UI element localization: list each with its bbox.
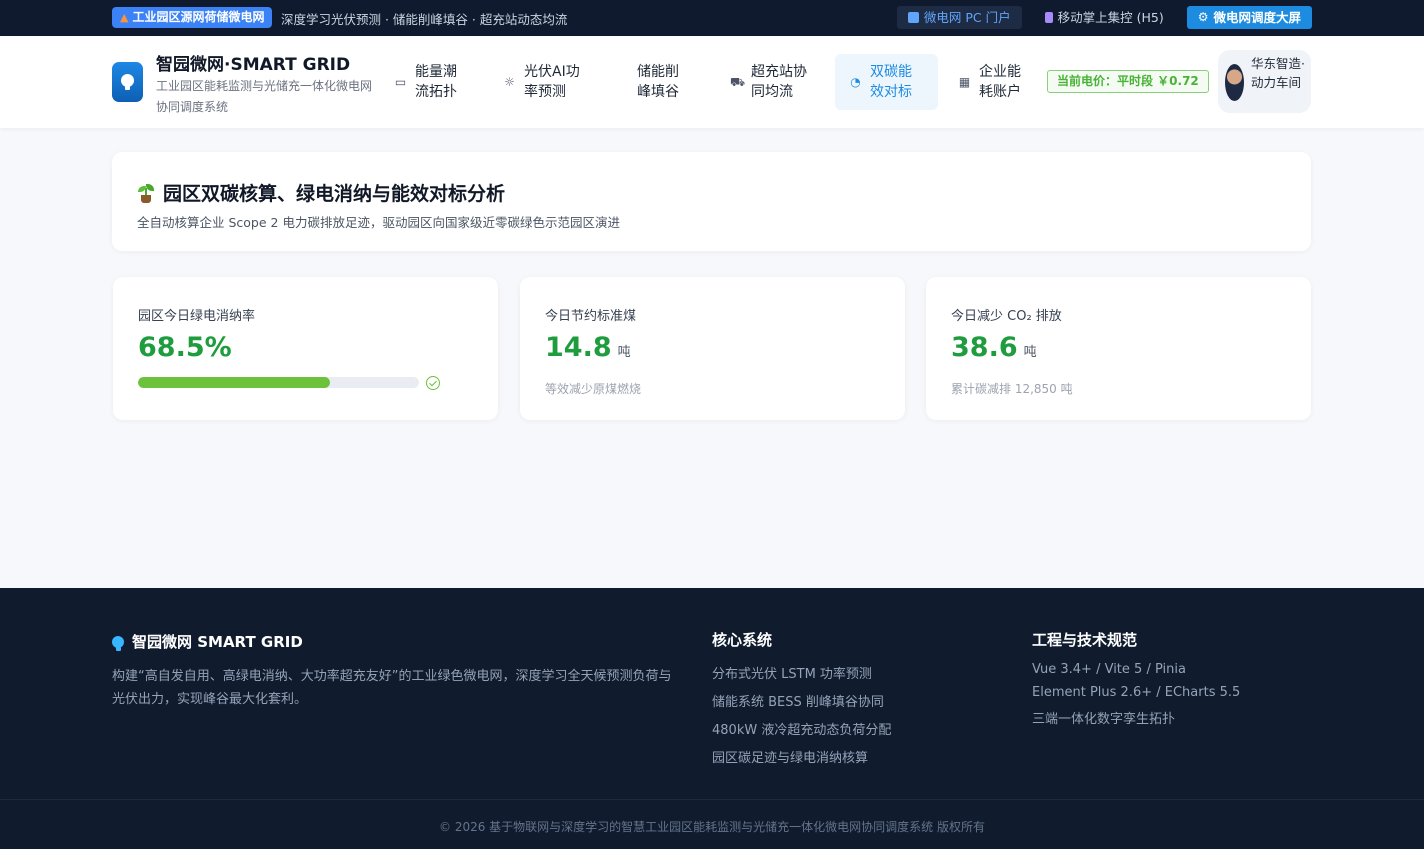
- footer-tech-list: Vue 3.4+ / Vite 5 / Pinia Element Plus 2…: [1032, 662, 1240, 727]
- brand-subtitle: 工业园区能耗监测与光储充一体化微电网协同调度系统: [156, 79, 373, 114]
- nav-label: 超充站协同均流: [751, 64, 807, 100]
- dispatch-screen-label: 微电网调度大屏: [1213, 10, 1301, 25]
- coal-saving-card: 今日节约标准煤 14.8 吨 等效减少原煤燃烧: [520, 277, 905, 420]
- mobile-h5-label: 移动掌上集控 (H5): [1057, 10, 1164, 25]
- logo[interactable]: [112, 62, 143, 102]
- nav-pv-forecast[interactable]: ☼ 光伏AI功率预测: [503, 54, 584, 110]
- nav-label: 企业能耗账户: [979, 64, 1021, 100]
- nav-carbon-efficiency[interactable]: ◔ 双碳能效对标: [835, 54, 938, 110]
- page-title-text: 园区双碳核算、绿电消纳与能效对标分析: [163, 183, 506, 205]
- page-header-card: 园区双碳核算、绿电消纳与能效对标分析 全自动核算企业 Scope 2 电力碳排放…: [112, 152, 1311, 251]
- building-icon: ▦: [958, 74, 971, 89]
- green-power-label: 园区今日绿电消纳率: [138, 309, 256, 324]
- dispatch-screen-button[interactable]: ⚙ 微电网调度大屏: [1186, 6, 1312, 29]
- coal-saving-note: 等效减少原煤燃烧: [545, 382, 642, 396]
- pie-chart-icon: ◔: [850, 74, 861, 89]
- green-power-value: 68.5%: [138, 332, 232, 363]
- footer-core-title: 核心系统: [712, 631, 773, 649]
- desktop-icon: [907, 12, 919, 23]
- pc-portal-label: 微电网 PC 门户: [923, 10, 1011, 25]
- top-badge-label: 工业园区源网荷储微电网: [132, 10, 265, 24]
- nav-storage-peak[interactable]: 储能削峰填谷: [637, 54, 683, 110]
- coal-saving-unit: 吨: [617, 345, 631, 360]
- lightbulb-icon: [121, 74, 134, 90]
- coal-saving-value: 14.8: [545, 332, 612, 363]
- page-title: 园区双碳核算、绿电消纳与能效对标分析: [137, 179, 505, 206]
- sun-icon: ☼: [504, 74, 515, 89]
- co2-reduction-card: 今日减少 CO₂ 排放 38.6 吨 累计碳减排 12,850 吨: [926, 277, 1311, 420]
- top-badge: ▲ 工业园区源网荷储微电网: [112, 7, 273, 28]
- footer-link[interactable]: 480kW 液冷超充动态负荷分配: [712, 719, 891, 738]
- co2-reduction-value-wrap: 38.6 吨: [951, 332, 1037, 363]
- user-menu[interactable]: 华东智造·动力车间: [1218, 50, 1311, 113]
- nav-enterprise-account[interactable]: ▦ 企业能耗账户: [958, 54, 1025, 110]
- gear-icon: ⚙: [1197, 10, 1209, 24]
- footer-description: 构建“高自发自用、高绿电消纳、大功率超充友好”的工业绿色微电网，深度学习全天候预…: [112, 669, 672, 707]
- top-links: 微电网 PC 门户 移动掌上集控 (H5) ⚙ 微电网调度大屏: [896, 6, 1312, 29]
- footer-tech-item: Vue 3.4+ / Vite 5 / Pinia: [1032, 662, 1186, 677]
- user-name: 华东智造·动力车间: [1251, 56, 1305, 90]
- nav-label: 能量潮流拓扑: [415, 64, 457, 100]
- mobile-h5-link[interactable]: 移动掌上集控 (H5): [1034, 6, 1175, 29]
- footer-tech-title: 工程与技术规范: [1032, 631, 1138, 649]
- monitor-icon: ▭: [394, 74, 407, 89]
- nav-label: 双碳能效对标: [870, 64, 912, 100]
- top-tagline: 深度学习光伏预测 · 储能削峰填谷 · 超充站动态均流: [281, 12, 568, 27]
- footer-core-list: 分布式光伏 LSTM 功率预测 储能系统 BESS 削峰填谷协同 480kW 液…: [712, 663, 891, 766]
- nav-charging-station[interactable]: ⛟ 超充站协同均流: [730, 54, 811, 110]
- electricity-price-badge: 当前电价：平时段 ￥0.72: [1047, 70, 1209, 93]
- lightbulb-icon: [112, 635, 124, 651]
- fire-icon: ▲: [120, 11, 129, 24]
- nav-label: 光伏AI功率预测: [524, 64, 580, 100]
- top-bar: ▲ 工业园区源网荷储微电网 深度学习光伏预测 · 储能削峰填谷 · 超充站动态均…: [0, 0, 1424, 36]
- footer-link[interactable]: 储能系统 BESS 削峰填谷协同: [712, 691, 891, 710]
- footer-link[interactable]: 分布式光伏 LSTM 功率预测: [712, 663, 891, 682]
- co2-reduction-label: 今日减少 CO₂ 排放: [951, 309, 1062, 324]
- nav-label: 储能削峰填谷: [637, 64, 679, 100]
- co2-reduction-note: 累计碳减排 12,850 吨: [951, 382, 1073, 396]
- avatar: [1225, 64, 1244, 101]
- footer-brand-text: 智园微网 SMART GRID: [132, 633, 303, 651]
- coal-saving-label: 今日节约标准煤: [545, 309, 637, 324]
- nav-energy-topology[interactable]: ▭ 能量潮流拓扑: [394, 54, 461, 110]
- progress-fill: [138, 377, 331, 388]
- footer: 智园微网 SMART GRID 构建“高自发自用、高绿电消纳、大功率超充友好”的…: [0, 588, 1424, 849]
- header: 智园微网·SMART GRID 工业园区能耗监测与光储充一体化微电网协同调度系统…: [0, 36, 1424, 128]
- coal-saving-value-wrap: 14.8 吨: [545, 332, 631, 363]
- co2-reduction-unit: 吨: [1023, 345, 1037, 360]
- copyright: © 2026 基于物联网与深度学习的智慧工业园区能耗监测与光储充一体化微电网协同…: [439, 820, 985, 834]
- footer-link[interactable]: 园区碳足迹与绿电消纳核算: [712, 747, 891, 766]
- green-power-progress: [138, 377, 419, 388]
- co2-reduction-value: 38.6: [951, 332, 1018, 363]
- seedling-icon: [137, 183, 155, 203]
- pc-portal-link[interactable]: 微电网 PC 门户: [896, 6, 1022, 29]
- mobile-icon: [1044, 12, 1053, 23]
- green-power-card: 园区今日绿电消纳率 68.5%: [113, 277, 498, 420]
- truck-icon: ⛟: [730, 74, 746, 89]
- footer-divider: [0, 799, 1424, 800]
- footer-tech-item: Element Plus 2.6+ / ECharts 5.5: [1032, 685, 1241, 700]
- brand-title: 智园微网·SMART GRID: [156, 55, 351, 75]
- footer-tech-item: 三端一体化数字孪生拓扑: [1032, 712, 1176, 727]
- footer-brand: 智园微网 SMART GRID: [112, 631, 303, 652]
- page-subtitle: 全自动核算企业 Scope 2 电力碳排放足迹，驱动园区向国家级近零碳绿色示范园…: [137, 215, 620, 230]
- check-circle-icon: [426, 376, 440, 390]
